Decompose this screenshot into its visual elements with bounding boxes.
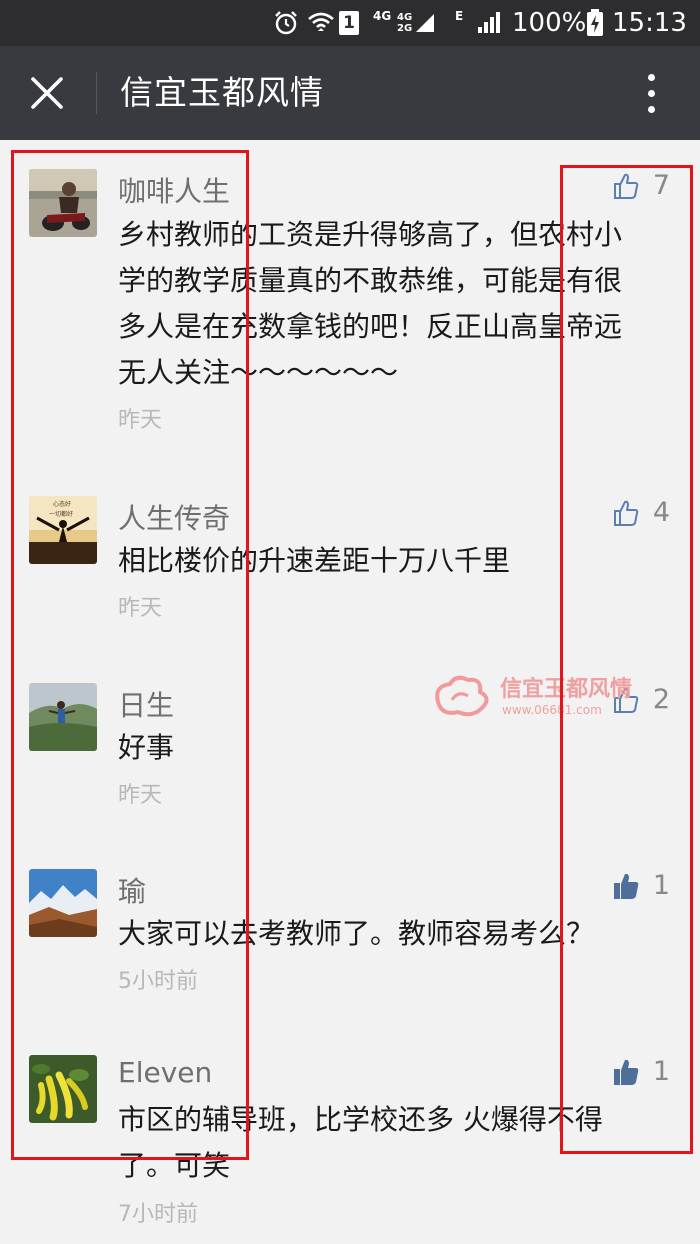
like-button[interactable]: 4	[613, 497, 670, 528]
comment-text-line: 好事	[118, 731, 175, 764]
like-count: 4	[652, 497, 670, 528]
comment-time: 昨天	[118, 596, 163, 621]
nav-divider	[96, 72, 97, 114]
more-dot-icon	[647, 73, 655, 81]
avatar[interactable]: 心态好 一切都好	[29, 496, 97, 564]
comment-username[interactable]: 人生传奇	[118, 497, 230, 537]
comment-time: 5小时前	[118, 969, 198, 994]
thumbs-up-outline-icon	[613, 500, 639, 526]
sim-badge: 1	[339, 0, 359, 46]
like-button[interactable]: 1	[613, 1056, 670, 1087]
comment-username[interactable]: Eleven	[118, 1056, 212, 1089]
page-title: 信宜玉都风情	[120, 73, 324, 112]
comment-text: 相比楼价的升速差距十万八千里	[118, 538, 658, 584]
comment-time: 7小时前	[118, 1202, 198, 1227]
comment-text-line: 多人是在充数拿钱的吧！反正山高皇帝远	[118, 310, 623, 343]
like-button[interactable]: 1	[613, 870, 670, 901]
like-count: 1	[652, 870, 670, 901]
comment-time: 昨天	[118, 408, 163, 433]
comment-time: 昨天	[118, 783, 163, 808]
network-e-label: E	[455, 9, 464, 23]
comment-text-line: 相比楼价的升速差距十万八千里	[118, 544, 511, 577]
watermark-logo: 信宜玉都风情 www.06681.com	[432, 672, 647, 720]
comment-username[interactable]: 瑜	[118, 870, 146, 910]
like-button[interactable]: 7	[613, 170, 670, 201]
comment-text-line: 乡村教师的工资是升得够高了，但农村小	[118, 218, 623, 251]
network-4g-label: 4G	[373, 9, 392, 23]
wifi-icon	[307, 0, 335, 46]
battery-charging-icon	[586, 0, 604, 46]
network-2g-small-label: 2G	[397, 23, 413, 34]
avatar[interactable]	[29, 683, 97, 751]
comment-text: 乡村教师的工资是升得够高了，但农村小 学的教学质量真的不敢恭维，可能是有很 多人…	[118, 212, 658, 396]
more-options-button[interactable]	[636, 70, 666, 116]
network-4g-small-label: 4G	[397, 12, 413, 23]
comment-text-line: 无人关注～～～～～～	[118, 356, 399, 389]
signal-bars-icon	[476, 0, 502, 46]
comment-text-line: 了。可笑	[118, 1149, 231, 1182]
like-count: 7	[652, 170, 670, 201]
battery-percent: 100%	[512, 8, 587, 38]
watermark-url: www.06681.com	[502, 703, 602, 717]
avatar[interactable]	[29, 1055, 97, 1123]
comment-text: 好事	[118, 725, 658, 771]
like-count: 1	[652, 1056, 670, 1087]
more-dot-icon	[647, 105, 655, 113]
comment-username[interactable]: 日生	[118, 684, 174, 724]
close-button[interactable]	[18, 68, 76, 118]
watermark-brand: 信宜玉都风情	[500, 676, 632, 702]
nav-bar: 信宜玉都风情	[0, 46, 700, 140]
comment-text: 市区的辅导班，比学校还多 火爆得不得 了。可笑	[118, 1097, 658, 1189]
svg-text:一切都好: 一切都好	[49, 510, 73, 518]
comment-text: 大家可以去考教师了。教师容易考么？	[118, 911, 658, 957]
thumbs-up-filled-icon	[613, 1059, 639, 1085]
clock-time: 15:13	[612, 8, 687, 38]
comment-username[interactable]: 咖啡人生	[118, 170, 230, 210]
svg-text:心态好: 心态好	[53, 500, 71, 508]
signal-4g2g-icon: 4G 2G	[397, 0, 436, 46]
comment-text-line: 市区的辅导班，比学校还多 火爆得不得	[118, 1103, 603, 1136]
alarm-icon	[272, 0, 300, 46]
comment-text-line: 大家可以去考教师了。教师容易考么？	[118, 917, 595, 950]
like-count: 2	[652, 684, 670, 715]
thumbs-up-outline-icon	[613, 173, 639, 199]
avatar[interactable]	[29, 169, 97, 237]
avatar[interactable]	[29, 869, 97, 937]
status-bar: 1 4G 4G 2G E 100% 15:13	[0, 0, 700, 46]
close-icon	[31, 77, 63, 109]
thumbs-up-filled-icon	[613, 873, 639, 899]
comment-text-line: 学的教学质量真的不敢恭维，可能是有很	[118, 264, 623, 297]
more-dot-icon	[647, 89, 655, 97]
